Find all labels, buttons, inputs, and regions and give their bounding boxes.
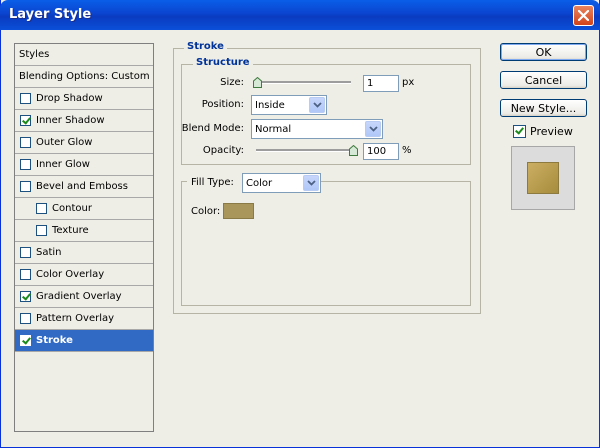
size-input[interactable] [363,75,399,92]
style-item-label: Satin [36,247,62,258]
color-label: Color: [191,206,221,217]
fill-type-dropdown-arrow[interactable] [303,175,319,191]
blend-mode-dropdown-arrow[interactable] [365,121,381,137]
cancel-button[interactable]: Cancel [500,71,587,89]
opacity-slider-track [256,149,358,152]
style-item-gradient-overlay[interactable]: Gradient Overlay [15,286,153,308]
title-bar[interactable]: Layer Style [0,0,600,30]
style-item-checkbox[interactable] [20,159,31,170]
style-item-label: Color Overlay [36,269,105,280]
chevron-down-icon [368,126,378,132]
position-label: Position: [201,99,244,110]
blend-mode-select-value: Normal [255,124,292,135]
style-item-contour[interactable]: Contour [15,198,153,220]
style-item-checkbox[interactable] [20,291,31,302]
style-item-checkbox[interactable] [20,269,31,280]
close-button[interactable] [573,5,594,26]
style-item-label: Texture [52,225,89,236]
style-item-pattern-overlay[interactable]: Pattern Overlay [15,308,153,330]
preview-swatch [527,162,559,194]
opacity-label: Opacity: [202,145,244,156]
style-item-drop-shadow[interactable]: Drop Shadow [15,88,153,110]
style-item-outer-glow[interactable]: Outer Glow [15,132,153,154]
style-item-checkbox[interactable] [36,225,47,236]
style-preview [511,146,575,210]
preview-toggle[interactable]: Preview [513,125,573,138]
fill-type-label: Fill Type: [191,177,234,188]
layer-style-dialog: Layer Style Styles Blending Options: Cus… [0,0,600,448]
opacity-input[interactable] [363,143,399,160]
size-unit: px [402,77,415,88]
style-item-label: Gradient Overlay [36,291,122,302]
style-item-checkbox[interactable] [36,203,47,214]
styles-header[interactable]: Styles [15,44,153,66]
size-slider[interactable] [253,77,351,89]
style-item-label: Contour [52,203,92,214]
fill-type-select-value: Color [246,178,273,189]
style-item-checkbox[interactable] [20,93,31,104]
size-label: Size: [220,77,244,88]
opacity-unit: % [402,145,412,156]
style-item-checkbox[interactable] [20,313,31,324]
style-item-color-overlay[interactable]: Color Overlay [15,264,153,286]
chevron-down-icon [312,102,322,108]
style-item-label: Bevel and Emboss [36,181,128,192]
style-item-label: Inner Shadow [36,115,105,126]
opacity-slider-thumb[interactable] [349,145,358,156]
structure-group-title: Structure [193,57,253,68]
position-dropdown-arrow[interactable] [309,97,325,113]
chevron-down-icon [306,180,316,186]
opacity-slider[interactable] [256,145,358,157]
blending-options-label: Blending Options: Custom [19,71,150,82]
style-item-stroke[interactable]: Stroke [15,330,153,352]
ok-button[interactable]: OK [500,43,587,61]
new-style-button[interactable]: New Style... [500,99,587,117]
style-item-checkbox[interactable] [20,137,31,148]
stroke-color-swatch[interactable] [223,203,254,219]
blending-options-item[interactable]: Blending Options: Custom [15,66,153,88]
window-title: Layer Style [9,7,92,22]
style-item-checkbox[interactable] [20,115,31,126]
style-item-inner-glow[interactable]: Inner Glow [15,154,153,176]
blend-mode-select[interactable]: Normal [251,119,383,139]
style-item-label: Outer Glow [36,137,93,148]
style-item-label: Drop Shadow [36,93,103,104]
style-item-label: Stroke [36,335,73,346]
styles-list: Styles Blending Options: Custom Drop Sha… [14,43,154,432]
style-item-label: Pattern Overlay [36,313,115,324]
style-item-inner-shadow[interactable]: Inner Shadow [15,110,153,132]
style-item-checkbox[interactable] [20,181,31,192]
style-item-checkbox[interactable] [20,335,31,346]
preview-checkbox[interactable] [513,125,526,138]
position-select[interactable]: Inside [251,95,327,115]
fill-type-group [181,181,471,306]
blend-mode-label: Blend Mode: [181,123,244,134]
position-select-value: Inside [255,100,285,111]
preview-label: Preview [530,125,573,138]
size-slider-track [253,81,351,84]
style-item-satin[interactable]: Satin [15,242,153,264]
style-item-texture[interactable]: Texture [15,220,153,242]
fill-type-select[interactable]: Color [242,173,321,193]
style-item-label: Inner Glow [36,159,90,170]
styles-header-label: Styles [19,49,50,60]
stroke-group-title: Stroke [184,41,227,52]
style-item-checkbox[interactable] [20,247,31,258]
style-item-bevel-and-emboss[interactable]: Bevel and Emboss [15,176,153,198]
close-icon [578,10,589,21]
size-slider-thumb[interactable] [253,77,262,88]
